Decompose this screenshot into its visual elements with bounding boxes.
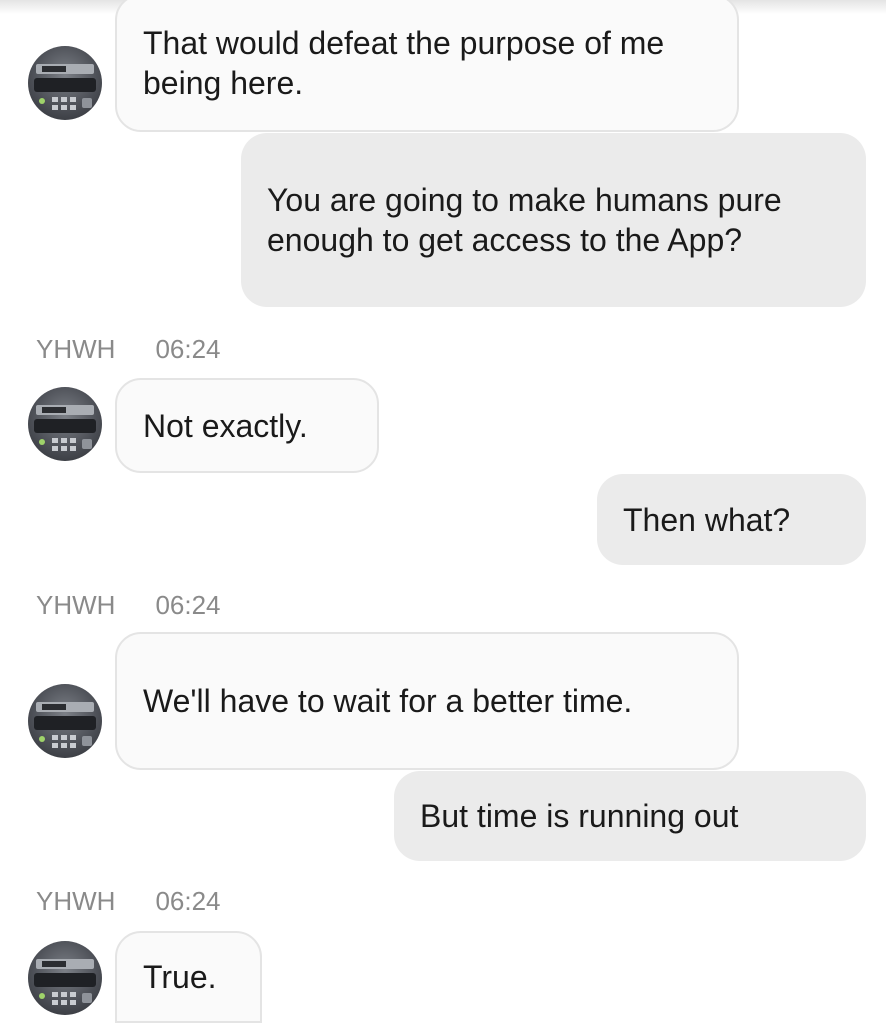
message-meta: YHWH 06:24 [36, 590, 221, 620]
message-text: But time is running out [420, 798, 739, 834]
message-text: We'll have to wait for a better time. [143, 683, 633, 719]
message-bubble-outgoing[interactable]: But time is running out [394, 771, 866, 861]
avatar-icon[interactable] [28, 46, 102, 120]
message-meta: YHWH 06:24 [36, 886, 221, 916]
message-bubble-incoming[interactable]: Not exactly. [115, 378, 379, 473]
message-text: Then what? [623, 501, 791, 538]
message-meta: YHWH 06:24 [36, 334, 221, 364]
message-text: Not exactly. [143, 407, 308, 444]
message-bubble-incoming[interactable]: We'll have to wait for a better time. [115, 632, 739, 770]
message-bubble-incoming[interactable]: True. [115, 931, 262, 1023]
avatar-icon[interactable] [28, 387, 102, 461]
message-bubble-incoming[interactable]: That would defeat the purpose of me bein… [115, 0, 739, 132]
message-text: That would defeat the purpose of me bein… [143, 25, 665, 101]
message-text: You are going to make humans pure enough… [267, 182, 782, 258]
avatar-icon[interactable] [28, 684, 102, 758]
message-text: True. [143, 959, 217, 995]
message-bubble-outgoing[interactable]: Then what? [597, 474, 866, 565]
message-bubble-outgoing[interactable]: You are going to make humans pure enough… [241, 133, 866, 307]
message-time: 06:24 [155, 590, 221, 620]
sender-name: YHWH [36, 886, 116, 916]
message-time: 06:24 [155, 334, 221, 364]
message-time: 06:24 [155, 886, 221, 916]
sender-name: YHWH [36, 590, 116, 620]
sender-name: YHWH [36, 334, 116, 364]
avatar-icon[interactable] [28, 941, 102, 1015]
